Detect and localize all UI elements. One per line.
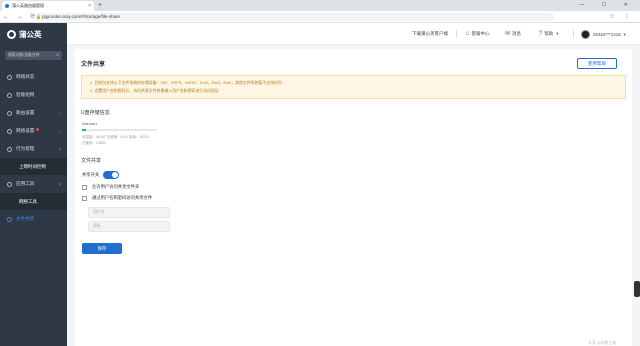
main-area: 文件共享 使用帮助 1. 目前仅支持以下文件系统的存储设备：FAT、NTFS、e… [67,45,640,346]
divider [456,30,457,38]
usage-help-button[interactable]: 使用帮助 [577,58,617,69]
page-title: 文件共享 [81,62,106,68]
chevron-right-icon: › [59,110,62,116]
messages-link[interactable]: ✉ 消息 [505,30,521,38]
download-client-link[interactable]: 下载蒲公英客户端 [412,30,448,38]
account-menu[interactable]: 25462***1418 ▼ [581,30,629,39]
share-section-title: 文件共享 [81,158,102,164]
service-label: 客服中心 [471,31,490,36]
message-icon: ✉ [505,31,511,37]
notice-line: 2. 设置用户名和密码后，访问共享文件时需输入用户名和密码进行访问验证 [90,88,219,93]
storage-used: 已使用：2.86% [82,141,106,145]
option-auth-access[interactable]: 通过用户名和密码访问共享文件 [82,195,152,201]
account-id: 25462***1418 [593,31,621,37]
search-icon: ⌕ [56,52,59,58]
shield-icon [7,146,12,152]
option-allow-access[interactable]: 允许用户访问共享文件夹 [82,184,139,190]
avatar [581,30,590,39]
sidebar-item-label: 应用工具 [16,181,35,186]
browser-menu-icon[interactable]: ☆ ⋮ [609,12,634,22]
url-input[interactable]: 🔒 pgyrouter.oray.com/#/storage/file-shar… [34,13,554,21]
sidebar-item-label: 路由设置 [16,110,35,115]
toggle-label: 共享开关 [82,172,100,177]
browser-tab-bar: 蒲公英路由器管理 × + — ☐ ✕ [0,0,640,11]
sidebar-item-label: 网络工具 [19,198,37,204]
storage-meta: 总容量：58.6G 已使用：0.4G 剩余：58.2G [82,135,150,139]
sidebar: 蒲公英 搜索功能/设备名称 ⌕ 网络状态 智能组网 路由设置 › 网络设置 › … [0,23,67,346]
sidebar-item-label: 行为管理 [16,146,35,151]
checkbox[interactable] [82,195,87,201]
logo-icon [7,29,16,39]
lock-icon: 🔒 [36,14,41,19]
notification-dot [36,127,40,131]
sidebar-item-label: 上网时间控制 [19,163,46,169]
router-icon [7,110,12,116]
divider [573,30,574,38]
sidebar-item-network-status[interactable]: 网络状态 [0,68,67,86]
share-toggle-row: 共享开关 [82,171,120,179]
window-controls[interactable]: — ☐ ✕ [580,0,636,10]
sidebar-item-smart-network[interactable]: 智能组网 [0,86,67,104]
username-placeholder: 用户名 [93,210,105,214]
chevron-right-icon: › [59,128,62,134]
search-placeholder: 搜索功能/设备名称 [8,53,40,57]
sidebar-item-app-tools[interactable]: 应用工具 ˅ [0,175,67,193]
share-toggle[interactable] [103,171,120,179]
service-center-link[interactable]: ♫ 客服中心 [465,30,490,38]
chevron-down-icon: ▼ [555,31,560,36]
monitor-icon [7,74,12,80]
notice-line: 1. 目前仅支持以下文件系统的存储设备：FAT、NTFS、exFAT、Ext2、… [90,80,282,85]
messages-label: 消息 [512,31,522,36]
storage-section-title: U盘存储信息 [81,110,110,116]
sidebar-search-input[interactable]: 搜索功能/设备名称 ⌕ [5,51,62,60]
password-placeholder: 密码 [93,224,101,228]
watermark: 头条 @网络工具 [588,341,616,345]
address-bar: ← → ⟳ 🔒 pgyrouter.oray.com/#/storage/fil… [0,11,640,23]
sidebar-subitem-online-time[interactable]: 上网时间控制 [0,158,67,175]
sidebar-item-router-settings[interactable]: 路由设置 › [0,104,67,122]
sidebar-item-network-settings[interactable]: 网络设置 › [0,122,67,140]
option-label: 允许用户访问共享文件夹 [92,184,140,189]
scrollbar-handle[interactable] [634,281,640,297]
option-label: 通过用户名和密码访问共享文件 [92,195,153,200]
sidebar-item-label: 文件共享 [16,216,35,221]
storage-progress-bar [82,129,157,131]
url-text: pgyrouter.oray.com/#/storage/file-share [42,14,120,19]
username-input[interactable]: 用户名 [88,207,170,218]
new-tab-icon[interactable]: + [98,1,102,10]
settings-icon [7,128,12,134]
notice-box: 1. 目前仅支持以下文件系统的存储设备：FAT、NTFS、exFAT、Ext2、… [81,75,626,99]
browser-tab[interactable]: 蒲公英路由器管理 × [2,1,94,11]
sidebar-item-label: 网络设置 [16,128,35,133]
chevron-down-icon: ˅ [58,181,61,187]
password-input[interactable]: 密码 [88,221,170,232]
help-menu[interactable]: ? 帮助 ▼ [539,30,561,38]
chevron-down-icon: ˅ [58,146,61,152]
content-card: 文件共享 使用帮助 1. 目前仅支持以下文件系统的存储设备：FAT、NTFS、e… [75,49,632,346]
help-icon: ? [539,31,543,37]
sidebar-subitem-network-tools[interactable]: 网络工具 [0,193,67,210]
brand-name: 蒲公英 [19,29,42,39]
folder-icon [7,216,12,222]
chevron-down-icon: ▼ [622,31,627,37]
tools-icon [7,181,12,187]
storage-progress-fill [82,129,86,131]
download-label: 下载蒲公英客户端 [412,31,448,36]
checkbox[interactable] [82,184,87,190]
help-label: 帮助 [544,31,554,36]
sidebar-item-label: 网络状态 [16,74,35,79]
brand-logo[interactable]: 蒲公英 [0,23,67,45]
sidebar-item-behavior-management[interactable]: 行为管理 ˅ [0,140,67,158]
favicon-icon [5,4,9,8]
save-button[interactable]: 保存 [82,243,122,254]
sidebar-item-file-share[interactable]: 文件共享 [0,210,67,228]
volume-name: Volume1 [82,121,98,126]
top-bar: 下载蒲公英客户端 ♫ 客服中心 ✉ 消息 ? 帮助 ▼ 25462***1418… [67,23,640,45]
close-tab-icon[interactable]: × [88,1,91,11]
bell-icon: ♫ [465,31,470,37]
sidebar-item-label: 智能组网 [16,92,35,97]
network-icon [7,92,12,98]
tab-title: 蒲公英路由器管理 [12,3,44,8]
